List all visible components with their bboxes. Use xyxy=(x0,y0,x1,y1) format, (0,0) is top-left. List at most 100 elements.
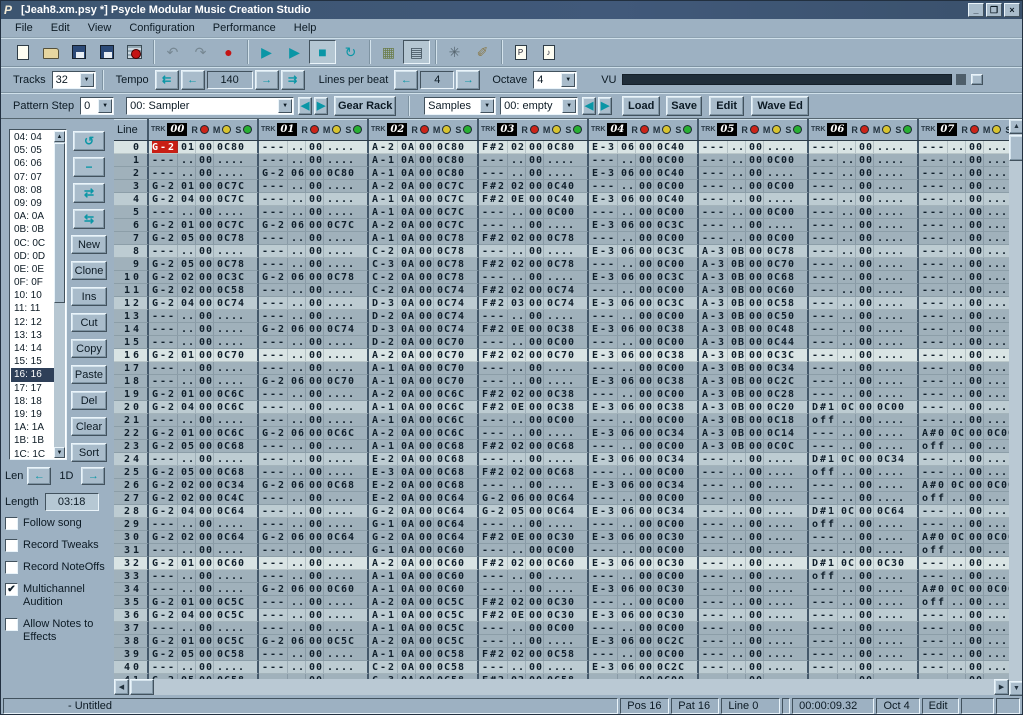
pattern-cell[interactable]: off..00.... xyxy=(919,596,1009,609)
pattern-cell[interactable]: ---..00.... xyxy=(919,375,1009,388)
pattern-cell[interactable]: E-306000C3C xyxy=(589,297,699,310)
pattern-cell[interactable]: ---..00.... xyxy=(919,245,1009,258)
pattern-cell[interactable]: G-201000C6C xyxy=(149,427,259,440)
pattern-cell[interactable]: A-10A000C6C xyxy=(369,414,479,427)
pattern-cell[interactable]: ---..00.... xyxy=(919,206,1009,219)
pattern-cell[interactable]: E-306000C30 xyxy=(589,531,699,544)
pattern-cell[interactable]: ---..00.... xyxy=(919,505,1009,518)
pattern-cell[interactable]: ---..00.... xyxy=(259,492,369,505)
pattern-cell[interactable]: ---..000C00 xyxy=(479,206,589,219)
pattern-cell[interactable]: ---..00.... xyxy=(699,557,809,570)
pattern-cell[interactable]: A-10A000C7C xyxy=(369,193,479,206)
pattern-cell[interactable]: A-20A000C6C xyxy=(369,388,479,401)
pattern-cell[interactable]: ---..00.... xyxy=(919,232,1009,245)
s-led-icon[interactable] xyxy=(463,125,472,134)
sequence-entry[interactable]: 0B: 0B xyxy=(11,223,54,236)
pattern-cell[interactable]: G-206000C68 xyxy=(259,479,369,492)
pattern-cell[interactable]: ---..00.... xyxy=(809,154,919,167)
pattern-cell[interactable]: E-306000C34 xyxy=(589,427,699,440)
pattern-cell[interactable]: ---..00.... xyxy=(919,193,1009,206)
scroll-right-icon[interactable]: ▶ xyxy=(994,679,1009,695)
wave-ed-button[interactable]: Wave Ed xyxy=(751,96,809,116)
sequence-entry[interactable]: 04: 04 xyxy=(11,131,54,144)
menu-help[interactable]: Help xyxy=(286,20,325,36)
instrument-editor-button[interactable]: ♪ xyxy=(535,40,562,64)
pattern-cell[interactable]: D-30A000C74 xyxy=(369,297,479,310)
gear-rack-button[interactable]: Gear Rack xyxy=(334,96,396,116)
pattern-cell[interactable]: ---..00.... xyxy=(809,167,919,180)
pattern-cell[interactable]: ---..00.... xyxy=(479,570,589,583)
pattern-cell[interactable]: A-30B000C3C xyxy=(699,349,809,362)
load-button[interactable]: Load xyxy=(622,96,660,116)
pattern-cell[interactable]: G-205000C64 xyxy=(479,505,589,518)
pattern-cell[interactable]: A-20A000C5C xyxy=(369,635,479,648)
menu-view[interactable]: View xyxy=(80,20,120,36)
sequence-entry[interactable]: 0A: 0A xyxy=(11,210,54,223)
r-led-icon[interactable] xyxy=(640,125,649,134)
pattern-sequence-list[interactable]: 04: 0405: 0506: 0607: 0708: 0809: 090A: … xyxy=(9,129,67,460)
pattern-cell[interactable]: ---..00.... xyxy=(699,167,809,180)
pattern-cell[interactable]: F#20E000C40 xyxy=(479,193,589,206)
pattern-cell[interactable]: G-201000C7C xyxy=(149,219,259,232)
pattern-cell[interactable]: G-206000C80 xyxy=(259,167,369,180)
octave-combo[interactable]: 4 ▼ xyxy=(533,71,577,89)
pattern-cell[interactable]: G-206000C5C xyxy=(259,635,369,648)
pattern-cell[interactable]: ---..00.... xyxy=(149,336,259,349)
play-button[interactable]: ▶ xyxy=(253,40,280,64)
scroll-left-icon[interactable]: ◀ xyxy=(114,679,129,695)
pattern-cell[interactable]: ---..00.... xyxy=(259,180,369,193)
pattern-cell[interactable]: off..00.... xyxy=(809,414,919,427)
pattern-cell[interactable]: F#20E000C30 xyxy=(479,531,589,544)
pattern-cell[interactable]: ---..00.... xyxy=(259,141,369,154)
pattern-cell[interactable]: off..00.... xyxy=(919,544,1009,557)
pattern-cell[interactable]: ---..000C00 xyxy=(699,206,809,219)
pattern-cell[interactable]: ---..00.... xyxy=(259,336,369,349)
pattern-cell[interactable]: A-20A000C70 xyxy=(369,349,479,362)
pattern-cell[interactable]: A#00C000C00 xyxy=(919,479,1009,492)
len-dec-button[interactable]: ← xyxy=(27,467,51,485)
pattern-cell[interactable]: ---..00.... xyxy=(259,505,369,518)
new-machine-button[interactable]: P xyxy=(507,40,534,64)
sequence-entry[interactable]: 1C: 1C xyxy=(11,448,54,459)
clear-pattern-button[interactable]: Clear xyxy=(71,417,107,436)
pattern-cell[interactable]: D#10C000C34 xyxy=(809,453,919,466)
pattern-cell[interactable]: A-10A000C5C xyxy=(369,609,479,622)
pattern-cell[interactable]: ---..00.... xyxy=(919,635,1009,648)
pattern-cell[interactable]: ---..00.... xyxy=(699,453,809,466)
pattern-cell[interactable]: A-30B000C78 xyxy=(699,245,809,258)
record-button[interactable]: ● xyxy=(215,40,242,64)
sequence-entry[interactable]: 17: 17 xyxy=(11,382,54,395)
scrollbar-thumb[interactable] xyxy=(1009,135,1023,161)
open-song-button[interactable] xyxy=(37,40,64,64)
pattern-cell[interactable]: ---..00.... xyxy=(809,440,919,453)
pattern-cell[interactable]: ---..00.... xyxy=(479,635,589,648)
r-led-icon[interactable] xyxy=(420,125,429,134)
pattern-cell[interactable]: ---..00.... xyxy=(809,349,919,362)
pattern-cell[interactable]: ---..00.... xyxy=(259,518,369,531)
pattern-cell[interactable]: F#20E000C30 xyxy=(479,609,589,622)
pattern-cell[interactable]: ---..00.... xyxy=(149,544,259,557)
pattern-cell[interactable]: ---..00.... xyxy=(809,297,919,310)
pattern-cell[interactable]: F#202000C74 xyxy=(479,284,589,297)
pattern-cell[interactable]: D-20A000C74 xyxy=(369,310,479,323)
menu-edit[interactable]: Edit xyxy=(43,20,78,36)
pattern-cell[interactable]: ---..00.... xyxy=(809,362,919,375)
pattern-cell[interactable]: ---..00.... xyxy=(149,453,259,466)
pattern-cell[interactable]: A-10A000C68 xyxy=(369,440,479,453)
pattern-cell[interactable]: ---..00.... xyxy=(919,180,1009,193)
pattern-cell[interactable]: ---..00.... xyxy=(919,362,1009,375)
pattern-cell[interactable]: E-306000C40 xyxy=(589,167,699,180)
pattern-cell[interactable]: F#202000C58 xyxy=(479,648,589,661)
pattern-cell[interactable]: ---..000C00 xyxy=(589,596,699,609)
pattern-cell[interactable]: G-206000C60 xyxy=(259,583,369,596)
pattern-cell[interactable]: ---..00.... xyxy=(809,245,919,258)
pattern-cell[interactable]: G-202000C3C xyxy=(149,271,259,284)
pattern-cell[interactable]: A-30B000C68 xyxy=(699,271,809,284)
sequence-entry[interactable]: 07: 07 xyxy=(11,171,54,184)
sequence-entry[interactable]: 11: 11 xyxy=(11,302,54,315)
pattern-cell[interactable]: F#203000C74 xyxy=(479,297,589,310)
save-song-as-button[interactable] xyxy=(93,40,120,64)
sequence-entry[interactable]: 05: 05 xyxy=(11,144,54,157)
pattern-cell[interactable]: ---..00.... xyxy=(919,466,1009,479)
edit-button[interactable]: Edit xyxy=(709,96,744,116)
